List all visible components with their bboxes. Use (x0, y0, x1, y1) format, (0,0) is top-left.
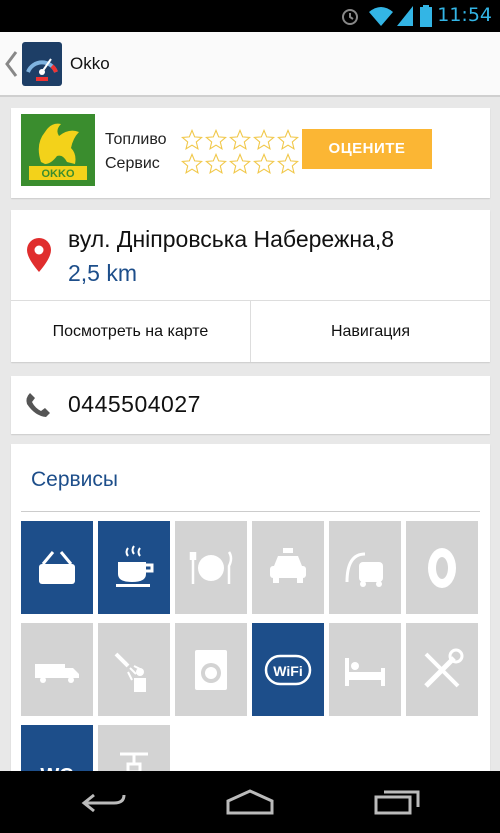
location-actions: Посмотреть на карте Навигация (11, 300, 490, 362)
service-tile[interactable] (406, 623, 478, 716)
service-tile[interactable] (329, 521, 401, 614)
repair-tools-icon (424, 648, 464, 688)
fuel-star-icon[interactable] (253, 129, 275, 151)
fuel-star-icon[interactable] (181, 129, 203, 151)
phone-card[interactable]: 0445504027 (11, 376, 490, 434)
fuel-star-icon[interactable] (277, 129, 299, 151)
distance-text: 2,5 km (68, 260, 138, 286)
hotel-bed-icon (345, 657, 385, 686)
fuel-rating-label: Топливо (105, 131, 167, 148)
truck-icon (35, 663, 79, 683)
rating-card: OKKO Топливо Сервис ОЦЕНИТЕ (11, 108, 490, 198)
air-pump-icon (120, 752, 148, 771)
rating-labels: Топливо Сервис (105, 128, 167, 176)
cell-signal-icon (397, 6, 413, 26)
taxi-icon (270, 547, 306, 583)
service-tile[interactable] (21, 521, 93, 614)
location-card: вул. Дніпровська Набережна,8 2,5 km Посм… (11, 210, 490, 362)
wifi-icon: WiFi (264, 654, 312, 685)
status-bar: 11:54 (0, 0, 500, 32)
phone-number[interactable]: 0445504027 (68, 391, 201, 418)
service-tile[interactable] (21, 623, 93, 716)
restaurant-icon (189, 550, 233, 584)
app-logo[interactable] (22, 42, 62, 86)
service-star-icon[interactable] (229, 153, 251, 175)
system-nav-bar (0, 771, 500, 833)
shop-basket-icon (39, 550, 75, 584)
svg-text:OKKO: OKKO (42, 168, 75, 180)
tire-icon (428, 547, 456, 588)
service-star-icon[interactable] (277, 153, 299, 175)
fuel-star-icon[interactable] (205, 129, 227, 151)
services-title: Сервисы (31, 468, 119, 491)
okko-logo: OKKO (21, 114, 95, 186)
service-tile[interactable] (175, 521, 247, 614)
service-star-icon[interactable] (181, 153, 203, 175)
nav-back-icon[interactable] (80, 789, 128, 815)
action-bar: Okko (0, 32, 500, 97)
fuel-gauge-icon (26, 58, 58, 81)
services-card: Сервисы WiFi WC (11, 444, 490, 771)
fuel-star-icon[interactable] (229, 129, 251, 151)
coffee-cup-icon (116, 544, 154, 587)
service-rating-label: Сервис (105, 155, 160, 172)
service-tile[interactable] (329, 623, 401, 716)
address-text: вул. Дніпровська Набережна,8 (68, 226, 395, 252)
washing-machine-icon (195, 649, 227, 690)
service-stars[interactable] (181, 153, 299, 175)
nav-home-icon[interactable] (225, 789, 275, 815)
phone-icon (26, 393, 50, 417)
service-star-icon[interactable] (205, 153, 227, 175)
divider (21, 511, 480, 512)
vacuum-cleaner-icon (345, 552, 383, 587)
service-tile[interactable] (406, 521, 478, 614)
wifi-signal-icon (369, 7, 393, 26)
rate-button[interactable]: ОЦЕНИТЕ (302, 129, 432, 169)
service-star-icon[interactable] (253, 153, 275, 175)
service-tile[interactable]: WiFi (252, 623, 324, 716)
griffin-logo-icon: OKKO (29, 123, 87, 180)
alarm-icon (342, 9, 358, 25)
service-tile[interactable]: WC (21, 725, 93, 771)
map-pin-icon (27, 238, 51, 272)
service-tile[interactable] (175, 623, 247, 716)
navigation-button[interactable]: Навигация (251, 301, 490, 362)
nav-recents-icon[interactable] (374, 789, 420, 815)
service-tile[interactable] (98, 521, 170, 614)
fuel-stars[interactable] (181, 129, 299, 151)
view-on-map-button[interactable]: Посмотреть на карте (11, 301, 251, 362)
back-chevron-icon[interactable] (4, 50, 18, 78)
wc-icon: WC (40, 765, 73, 772)
service-tile[interactable] (252, 521, 324, 614)
svg-text:WiFi: WiFi (273, 663, 302, 679)
clock: 11:54 (437, 4, 492, 26)
page-title: Okko (70, 54, 110, 73)
battery-icon (420, 5, 432, 27)
service-tile[interactable] (98, 623, 170, 716)
shower-icon (114, 652, 146, 692)
service-tile[interactable] (98, 725, 170, 771)
